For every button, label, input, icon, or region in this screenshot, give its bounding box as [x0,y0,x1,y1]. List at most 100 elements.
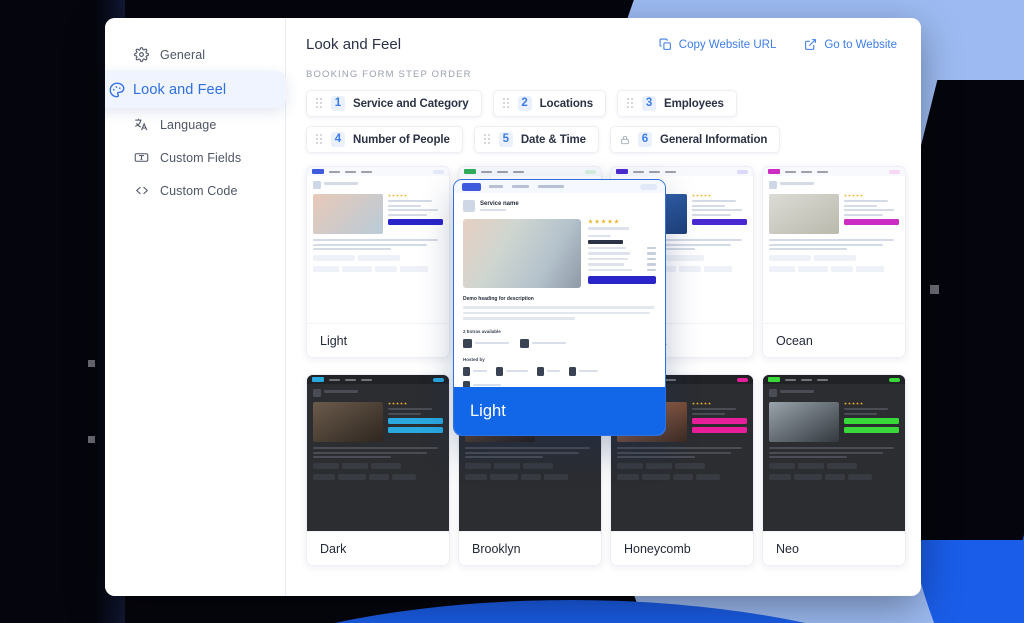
sidebar-item-label: Language [160,117,217,132]
step-label: Date & Time [520,133,586,146]
step-label: Employees [664,97,724,110]
site-mock-light [307,167,449,323]
step-number: 1 [331,96,345,111]
external-link-icon [804,38,817,51]
step-number: 5 [498,132,513,147]
drag-handle-icon[interactable] [483,134,491,145]
theme-preview [307,375,449,531]
translate-icon [133,116,150,133]
theme-name: Ocean [763,323,905,357]
page-title: Look and Feel [306,36,402,53]
sidebar-item-language[interactable]: Language [105,108,285,141]
step-number: 4 [331,132,345,147]
mock-extras-row [463,338,656,348]
mock-service-subtitle [480,208,506,212]
lock-icon [620,134,630,146]
sidebar-item-look-and-feel[interactable]: Look and Feel [105,71,286,108]
theme-preview [307,167,449,323]
copy-icon [659,38,672,51]
drag-handle-icon[interactable] [502,98,510,109]
mock-hosted-row [463,366,656,376]
mock-columns [463,219,656,288]
step-label: General Information [659,133,768,146]
drag-handle-icon[interactable] [316,98,323,109]
mock-book-button [588,276,656,284]
theme-card-ocean[interactable]: Ocean [762,166,906,358]
gear-icon [133,46,150,63]
code-icon [133,182,150,199]
theme-card-neo[interactable]: Neo [762,374,906,566]
theme-name: Dark [307,531,449,565]
mock-nav [489,185,632,188]
copy-website-url-label: Copy Website URL [678,38,777,51]
step-number: 6 [637,132,652,147]
mock-service-name: Service name [480,200,519,207]
sidebar-item-custom-fields[interactable]: Custom Fields [105,141,285,174]
content-header: Look and Feel Copy Website URL Go to Web… [286,18,921,53]
theme-name: Neo [763,531,905,565]
theme-card-light[interactable]: Light [306,166,450,358]
mock-login-button [640,183,657,190]
copy-website-url-button[interactable]: Copy Website URL [659,38,777,51]
selected-theme-name: Light [454,387,665,435]
step-label: Number of People [353,133,450,146]
decorative-speck [88,436,95,443]
decorative-speck [930,285,939,294]
step-chip-service-and-category[interactable]: 1 Service and Category [306,90,482,117]
header-actions: Copy Website URL Go to Website [659,38,897,51]
step-chip-general-information: 6 General Information [609,126,781,153]
theme-preview [763,167,905,323]
theme-preview [763,375,905,531]
sidebar-item-custom-code[interactable]: Custom Code [105,174,285,207]
site-mock-light-large: Service name Demo heading for descriptio… [454,180,665,387]
mock-hosted-row-2 [463,380,656,387]
step-chip-employees[interactable]: 3 Employees [617,90,737,117]
theme-name: Brooklyn [459,531,601,565]
site-mock-neo [763,375,905,531]
sidebar: General Language Custom Fields Custom Co… [105,18,286,596]
go-to-website-button[interactable]: Go to Website [804,38,897,51]
mock-service-icon [463,200,475,212]
step-number: 2 [517,96,532,111]
sidebar-item-general[interactable]: General [105,38,285,71]
drag-handle-icon[interactable] [627,98,634,109]
mock-topbar [454,180,665,193]
content-area: Look and Feel Copy Website URL Go to Web… [286,18,921,596]
mock-hosted-label: Hosted by [463,356,485,362]
site-mock-dark [307,375,449,531]
booking-form-step-list: 1 Service and Category 2 Locations 3 Emp… [286,80,846,153]
text-field-icon [133,149,150,166]
mock-booking-panel [588,219,656,288]
theme-card-dark[interactable]: Dark [306,374,450,566]
sidebar-item-label: Custom Code [160,183,238,198]
palette-icon [107,80,126,99]
step-chip-number-of-people[interactable]: 4 Number of People [306,126,463,153]
step-chip-date-and-time[interactable]: 5 Date & Time [473,126,599,153]
booking-form-step-order-label: BOOKING FORM STEP ORDER [306,69,472,80]
drag-handle-icon[interactable] [316,134,323,145]
sidebar-item-label: Custom Fields [160,150,242,165]
mock-extras-label: 2 Extras available [463,328,501,334]
sidebar-item-label: General [160,47,206,62]
screen: General Language Custom Fields Custom Co… [0,0,1024,623]
step-number: 3 [642,96,657,111]
site-mock-ocean [763,167,905,323]
theme-name: Light [307,323,449,357]
mock-logo [462,182,481,191]
go-to-website-label: Go to Website [824,38,897,51]
app-panel: General Language Custom Fields Custom Co… [105,18,921,596]
mock-service-row: Service name [463,200,656,212]
decorative-speck [88,360,95,367]
selected-theme-card-light[interactable]: Service name Demo heading for descriptio… [453,179,666,436]
mock-rating-stars [588,219,656,224]
theme-name: Honeycomb [611,531,753,565]
mock-heading: Demo heading for description [463,296,534,302]
mock-paragraph [463,306,656,320]
step-chip-locations[interactable]: 2 Locations [492,90,607,117]
mock-hero-image [463,219,581,288]
step-label: Locations [539,97,594,110]
selected-theme-preview: Service name Demo heading for descriptio… [454,180,665,387]
sidebar-item-label: Look and Feel [133,81,227,98]
mock-body: Service name Demo heading for descriptio… [454,193,665,387]
step-label: Service and Category [353,97,469,110]
